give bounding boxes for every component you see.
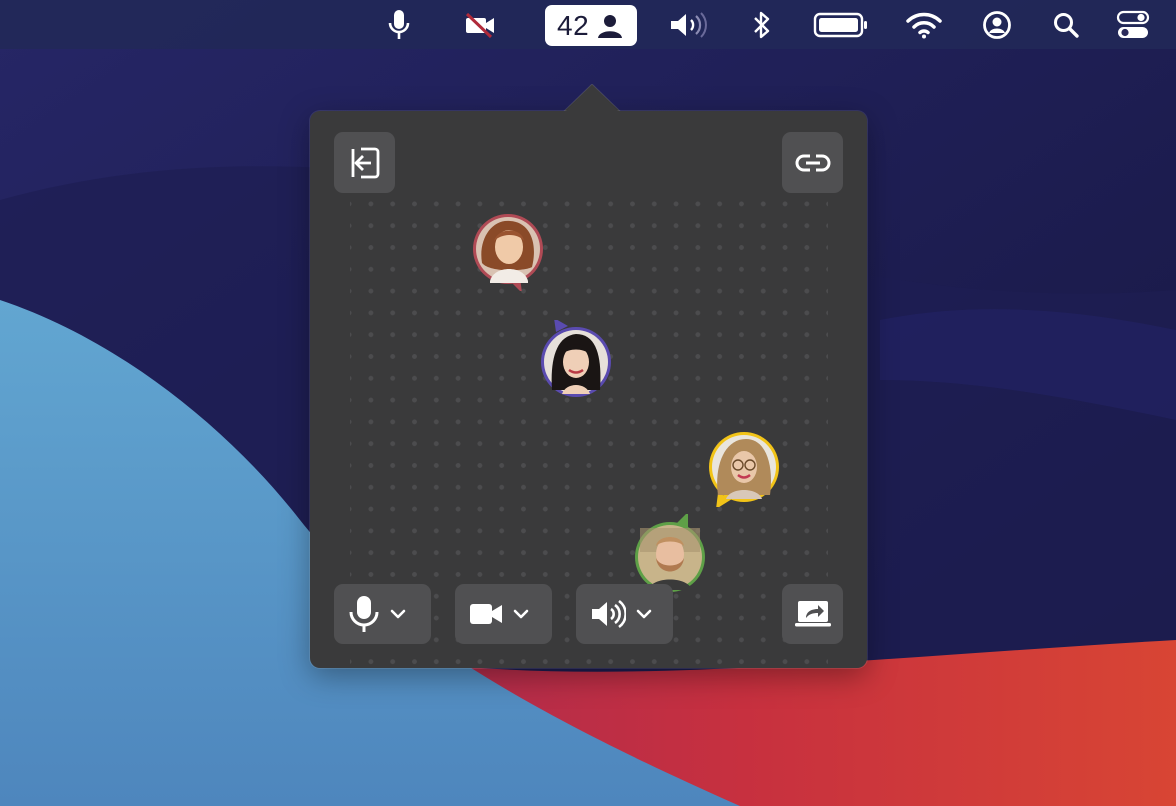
participant-yellow-ring[interactable]: [704, 427, 784, 507]
camera-dropdown-button[interactable]: [455, 584, 552, 644]
speaker-dropdown-button[interactable]: [576, 584, 673, 644]
bluetooth-icon[interactable]: [750, 4, 774, 46]
menu-bar: 42: [0, 0, 1176, 49]
copy-link-button[interactable]: [782, 132, 843, 193]
chevron-down-icon: [390, 609, 406, 619]
participant-count-badge[interactable]: 42: [545, 5, 637, 46]
microphone-icon[interactable]: [384, 4, 414, 46]
chevron-down-icon: [513, 609, 529, 619]
speaker-icon: [592, 599, 626, 629]
wifi-icon[interactable]: [905, 4, 943, 46]
search-icon[interactable]: [1051, 4, 1081, 46]
popover-arrow-cover: [563, 85, 621, 114]
speaker-icon[interactable]: [668, 4, 710, 46]
link-icon: [795, 154, 830, 171]
participant-green-ring[interactable]: [630, 514, 710, 594]
participant-red-ring[interactable]: [468, 211, 548, 291]
microphone-dropdown-button[interactable]: [334, 584, 431, 644]
screen-share-icon: [794, 601, 831, 627]
microphone-icon: [349, 596, 379, 632]
participant-purple-ring[interactable]: [536, 320, 616, 400]
user-circle-icon[interactable]: [981, 4, 1013, 46]
screen-share-button[interactable]: [782, 584, 843, 644]
control-center-icon[interactable]: [1115, 4, 1151, 46]
leave-button[interactable]: [334, 132, 395, 193]
leave-icon: [351, 147, 379, 178]
video-off-icon[interactable]: [463, 4, 497, 46]
chevron-down-icon: [636, 609, 652, 619]
battery-icon: [813, 4, 869, 46]
participant-count: 42: [557, 9, 590, 41]
person-icon: [598, 14, 623, 38]
video-camera-icon: [470, 604, 502, 624]
